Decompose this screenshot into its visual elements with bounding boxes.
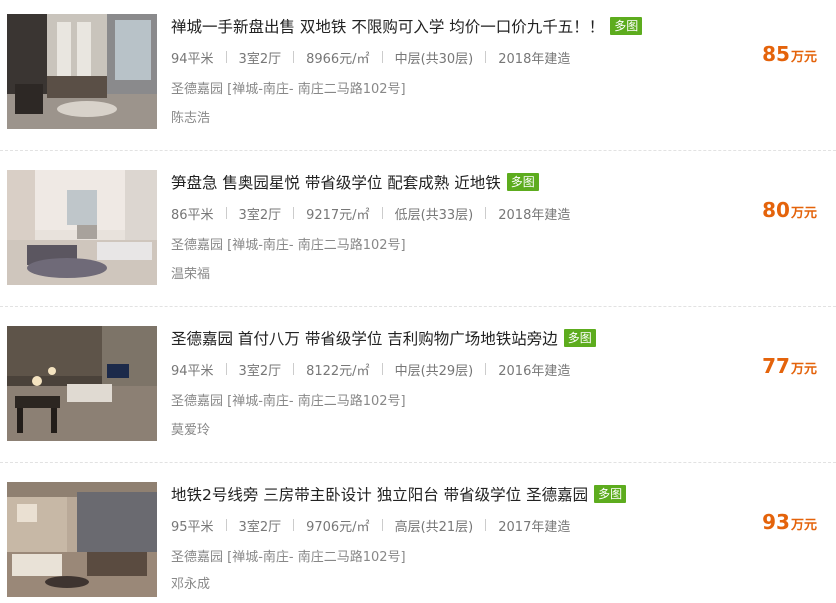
listing-title[interactable]: 禅城一手新盘出售 双地铁 不限购可入学 均价一口价九千五！！: [171, 15, 604, 37]
divider: [225, 363, 227, 375]
row-divider: [0, 462, 836, 463]
row-divider: [0, 150, 836, 151]
price-value: 93: [762, 510, 790, 534]
multi-photo-badge: 多图: [610, 17, 643, 35]
price-unit: 万元: [790, 206, 817, 221]
area: 94平米: [171, 363, 214, 379]
unit-price: 8966元/㎡: [306, 51, 370, 67]
total-price: 77 万元: [762, 354, 817, 378]
price-value: 80: [762, 198, 790, 222]
listing-address[interactable]: 圣德嘉园 [禅城-南庄- 南庄二马路102号]: [171, 78, 406, 97]
listing-photo[interactable]: [7, 170, 157, 285]
divider: [381, 519, 383, 531]
listing-meta: 86平米 3室2厅 9217元/㎡ 低层(共33层) 2018年建造: [171, 203, 570, 223]
price-unit: 万元: [790, 50, 817, 65]
floor-info: 低层(共33层): [394, 207, 474, 223]
divider: [293, 207, 295, 219]
divider: [485, 519, 487, 531]
listing-title-row: 圣德嘉园 首付八万 带省级学位 吉利购物广场地铁站旁边 多图: [171, 327, 596, 349]
divider: [381, 207, 383, 219]
listing-title-row: 禅城一手新盘出售 双地铁 不限购可入学 均价一口价九千五！！ 多图: [171, 15, 643, 37]
listing-item[interactable]: 笋盘急 售奥园星悦 带省级学位 配套成熟 近地铁 多图 86平米 3室2厅 92…: [0, 156, 836, 312]
unit-price: 8122元/㎡: [306, 363, 370, 379]
divider: [485, 207, 487, 219]
divider: [381, 51, 383, 63]
divider: [225, 51, 227, 63]
divider: [293, 51, 295, 63]
divider: [225, 207, 227, 219]
divider: [485, 363, 487, 375]
room-layout: 3室2厅: [238, 519, 282, 535]
listing-title[interactable]: 地铁2号线旁 三房带主卧设计 独立阳台 带省级学位 圣德嘉园: [171, 483, 588, 505]
room-layout: 3室2厅: [238, 51, 282, 67]
price-value: 85: [762, 42, 790, 66]
listing-item[interactable]: 禅城一手新盘出售 双地铁 不限购可入学 均价一口价九千五！！ 多图 94平米 3…: [0, 0, 836, 156]
divider: [485, 51, 487, 63]
floor-info: 高层(共21层): [394, 519, 474, 535]
area: 95平米: [171, 519, 214, 535]
multi-photo-badge: 多图: [506, 173, 539, 191]
price-unit: 万元: [790, 518, 817, 533]
build-year: 2016年建造: [498, 363, 571, 379]
divider: [225, 519, 227, 531]
room-layout: 3室2厅: [238, 207, 282, 223]
listing-item[interactable]: 地铁2号线旁 三房带主卧设计 独立阳台 带省级学位 圣德嘉园 多图 95平米 3…: [0, 468, 836, 603]
listing-list: 禅城一手新盘出售 双地铁 不限购可入学 均价一口价九千五！！ 多图 94平米 3…: [0, 0, 836, 603]
unit-price: 9217元/㎡: [306, 207, 370, 223]
multi-photo-badge: 多图: [563, 329, 596, 347]
listing-title[interactable]: 笋盘急 售奥园星悦 带省级学位 配套成熟 近地铁: [171, 171, 501, 193]
listing-photo[interactable]: [7, 482, 157, 597]
build-year: 2017年建造: [498, 519, 571, 535]
floor-info: 中层(共30层): [394, 51, 474, 67]
total-price: 85 万元: [762, 42, 817, 66]
agent-name[interactable]: 邓永成: [171, 573, 210, 592]
listing-item[interactable]: 圣德嘉园 首付八万 带省级学位 吉利购物广场地铁站旁边 多图 94平米 3室2厅…: [0, 312, 836, 468]
floor-info: 中层(共29层): [394, 363, 474, 379]
multi-photo-badge: 多图: [594, 485, 627, 503]
divider: [293, 519, 295, 531]
area: 86平米: [171, 207, 214, 223]
price-unit: 万元: [790, 362, 817, 377]
total-price: 93 万元: [762, 510, 817, 534]
listing-meta: 94平米 3室2厅 8966元/㎡ 中层(共30层) 2018年建造: [171, 47, 570, 67]
listing-meta: 95平米 3室2厅 9706元/㎡ 高层(共21层) 2017年建造: [171, 515, 570, 535]
listing-address[interactable]: 圣德嘉园 [禅城-南庄- 南庄二马路102号]: [171, 390, 406, 409]
listing-title-row: 笋盘急 售奥园星悦 带省级学位 配套成熟 近地铁 多图: [171, 171, 539, 193]
build-year: 2018年建造: [498, 207, 571, 223]
row-divider: [0, 306, 836, 307]
listing-meta: 94平米 3室2厅 8122元/㎡ 中层(共29层) 2016年建造: [171, 359, 570, 379]
area: 94平米: [171, 51, 214, 67]
listing-photo[interactable]: [7, 14, 157, 129]
listing-address[interactable]: 圣德嘉园 [禅城-南庄- 南庄二马路102号]: [171, 546, 406, 565]
listing-title[interactable]: 圣德嘉园 首付八万 带省级学位 吉利购物广场地铁站旁边: [171, 327, 558, 349]
total-price: 80 万元: [762, 198, 817, 222]
unit-price: 9706元/㎡: [306, 519, 370, 535]
agent-name[interactable]: 莫爱玲: [171, 419, 210, 438]
divider: [293, 363, 295, 375]
build-year: 2018年建造: [498, 51, 571, 67]
divider: [381, 363, 383, 375]
agent-name[interactable]: 温荣福: [171, 263, 210, 282]
listing-photo[interactable]: [7, 326, 157, 441]
price-value: 77: [762, 354, 790, 378]
agent-name[interactable]: 陈志浩: [171, 107, 210, 126]
room-layout: 3室2厅: [238, 363, 282, 379]
listing-address[interactable]: 圣德嘉园 [禅城-南庄- 南庄二马路102号]: [171, 234, 406, 253]
listing-title-row: 地铁2号线旁 三房带主卧设计 独立阳台 带省级学位 圣德嘉园 多图: [171, 483, 627, 505]
